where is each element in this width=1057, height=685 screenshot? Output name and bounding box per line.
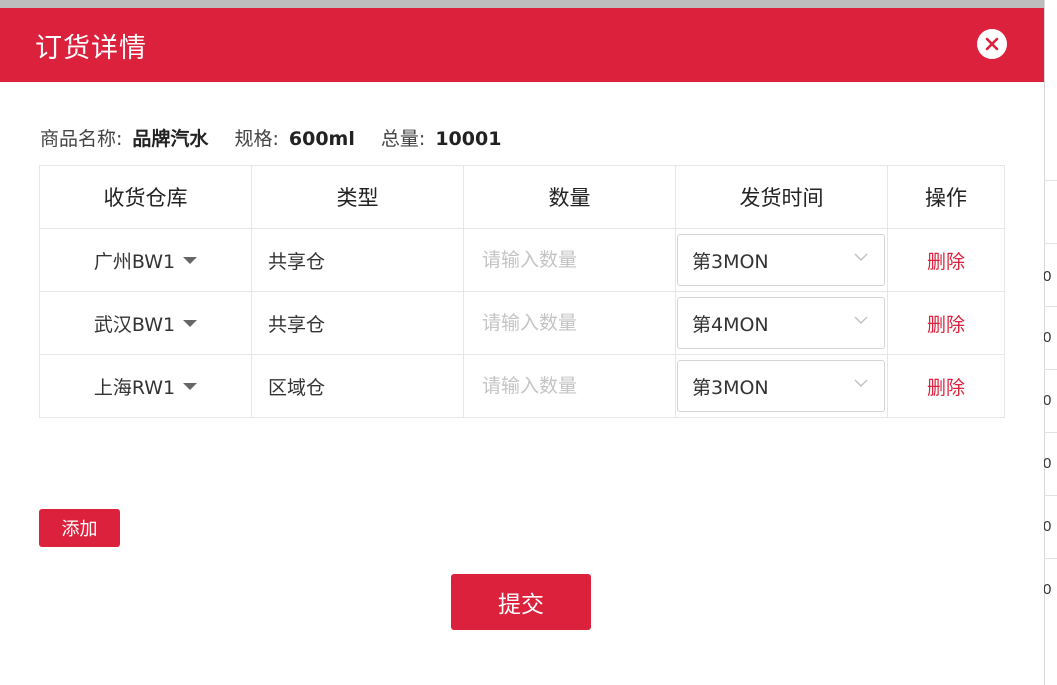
caret-down-icon	[183, 382, 198, 390]
product-name-value: 品牌汽水	[132, 128, 209, 150]
column-header-type: 类型	[251, 165, 464, 229]
type-cell: 共享仓	[251, 228, 464, 292]
spec-label: 规格:	[234, 128, 279, 150]
background-top-bar	[0, 0, 1057, 8]
table-row: 武汉BW1 共享仓 第4MON 删除	[39, 291, 1005, 355]
ship-time-select[interactable]: 第4MON	[677, 297, 885, 349]
background-value: 0	[1043, 581, 1052, 598]
ship-time-select[interactable]: 第3MON	[677, 234, 885, 286]
close-icon	[985, 37, 999, 51]
dialog-title: 订货详情	[35, 33, 147, 64]
add-button[interactable]: 添加	[39, 509, 120, 547]
quantity-input[interactable]	[480, 248, 664, 272]
background-divider	[1044, 306, 1057, 307]
product-name-label: 商品名称:	[40, 128, 123, 150]
background-value: 0	[1043, 392, 1052, 409]
delete-link[interactable]: 删除	[927, 251, 965, 273]
caret-down-icon	[183, 256, 198, 264]
quantity-cell	[463, 228, 676, 292]
column-header-quantity: 数量	[463, 165, 676, 229]
action-cell: 删除	[887, 228, 1005, 292]
column-header-warehouse: 收货仓库	[39, 165, 252, 229]
warehouse-value: 上海RW1	[93, 376, 176, 399]
quantity-cell	[463, 291, 676, 355]
column-header-ship-time: 发货时间	[675, 165, 888, 229]
background-value: 0	[1043, 455, 1052, 472]
background-divider	[1044, 180, 1057, 181]
close-button[interactable]	[977, 29, 1007, 59]
warehouse-value: 广州BW1	[93, 250, 176, 273]
warehouse-dropdown[interactable]: 武汉BW1	[39, 291, 252, 355]
ship-time-cell: 第3MON	[675, 354, 888, 418]
ship-time-value: 第3MON	[692, 250, 769, 273]
product-info: 商品名称: 品牌汽水 规格: 600ml 总量: 10001	[40, 124, 521, 151]
order-detail-dialog: 订货详情 商品名称: 品牌汽水 规格: 600ml 总量: 10001 收货仓库 类型…	[0, 8, 1044, 685]
background-value: 0	[1043, 518, 1052, 535]
spec-value: 600ml	[288, 128, 355, 150]
chevron-down-icon	[854, 253, 868, 261]
total-value: 10001	[435, 128, 502, 150]
delete-link[interactable]: 删除	[927, 377, 965, 399]
column-header-action: 操作	[887, 165, 1005, 229]
background-divider	[1044, 243, 1057, 244]
ship-time-select[interactable]: 第3MON	[677, 360, 885, 412]
chevron-down-icon	[854, 379, 868, 387]
background-divider	[1044, 558, 1057, 559]
type-cell: 区域仓	[251, 354, 464, 418]
background-divider	[1044, 432, 1057, 433]
ship-time-cell: 第3MON	[675, 228, 888, 292]
ship-time-value: 第4MON	[692, 313, 769, 336]
background-divider	[1044, 369, 1057, 370]
warehouse-dropdown[interactable]: 上海RW1	[39, 354, 252, 418]
table-row: 广州BW1 共享仓 第3MON 删除	[39, 228, 1005, 292]
action-cell: 删除	[887, 291, 1005, 355]
background-value: 0	[1043, 268, 1052, 285]
quantity-input[interactable]	[480, 374, 664, 398]
action-cell: 删除	[887, 354, 1005, 418]
dialog-header: 订货详情	[0, 8, 1044, 82]
order-table: 收货仓库 类型 数量 发货时间 操作 广州BW1 共享仓 第3MON	[39, 165, 1005, 418]
ship-time-value: 第3MON	[692, 376, 769, 399]
delete-link[interactable]: 删除	[927, 314, 965, 336]
warehouse-value: 武汉BW1	[93, 313, 176, 336]
quantity-cell	[463, 354, 676, 418]
total-label: 总量:	[380, 128, 426, 150]
caret-down-icon	[183, 319, 198, 327]
type-cell: 共享仓	[251, 291, 464, 355]
quantity-input[interactable]	[480, 311, 664, 335]
background-divider	[1044, 495, 1057, 496]
table-header-row: 收货仓库 类型 数量 发货时间 操作	[39, 165, 1005, 229]
warehouse-dropdown[interactable]: 广州BW1	[39, 228, 252, 292]
background-value: 0	[1043, 329, 1052, 346]
table-row: 上海RW1 区域仓 第3MON 删除	[39, 354, 1005, 418]
ship-time-cell: 第4MON	[675, 291, 888, 355]
submit-button[interactable]: 提交	[451, 574, 591, 630]
chevron-down-icon	[854, 316, 868, 324]
